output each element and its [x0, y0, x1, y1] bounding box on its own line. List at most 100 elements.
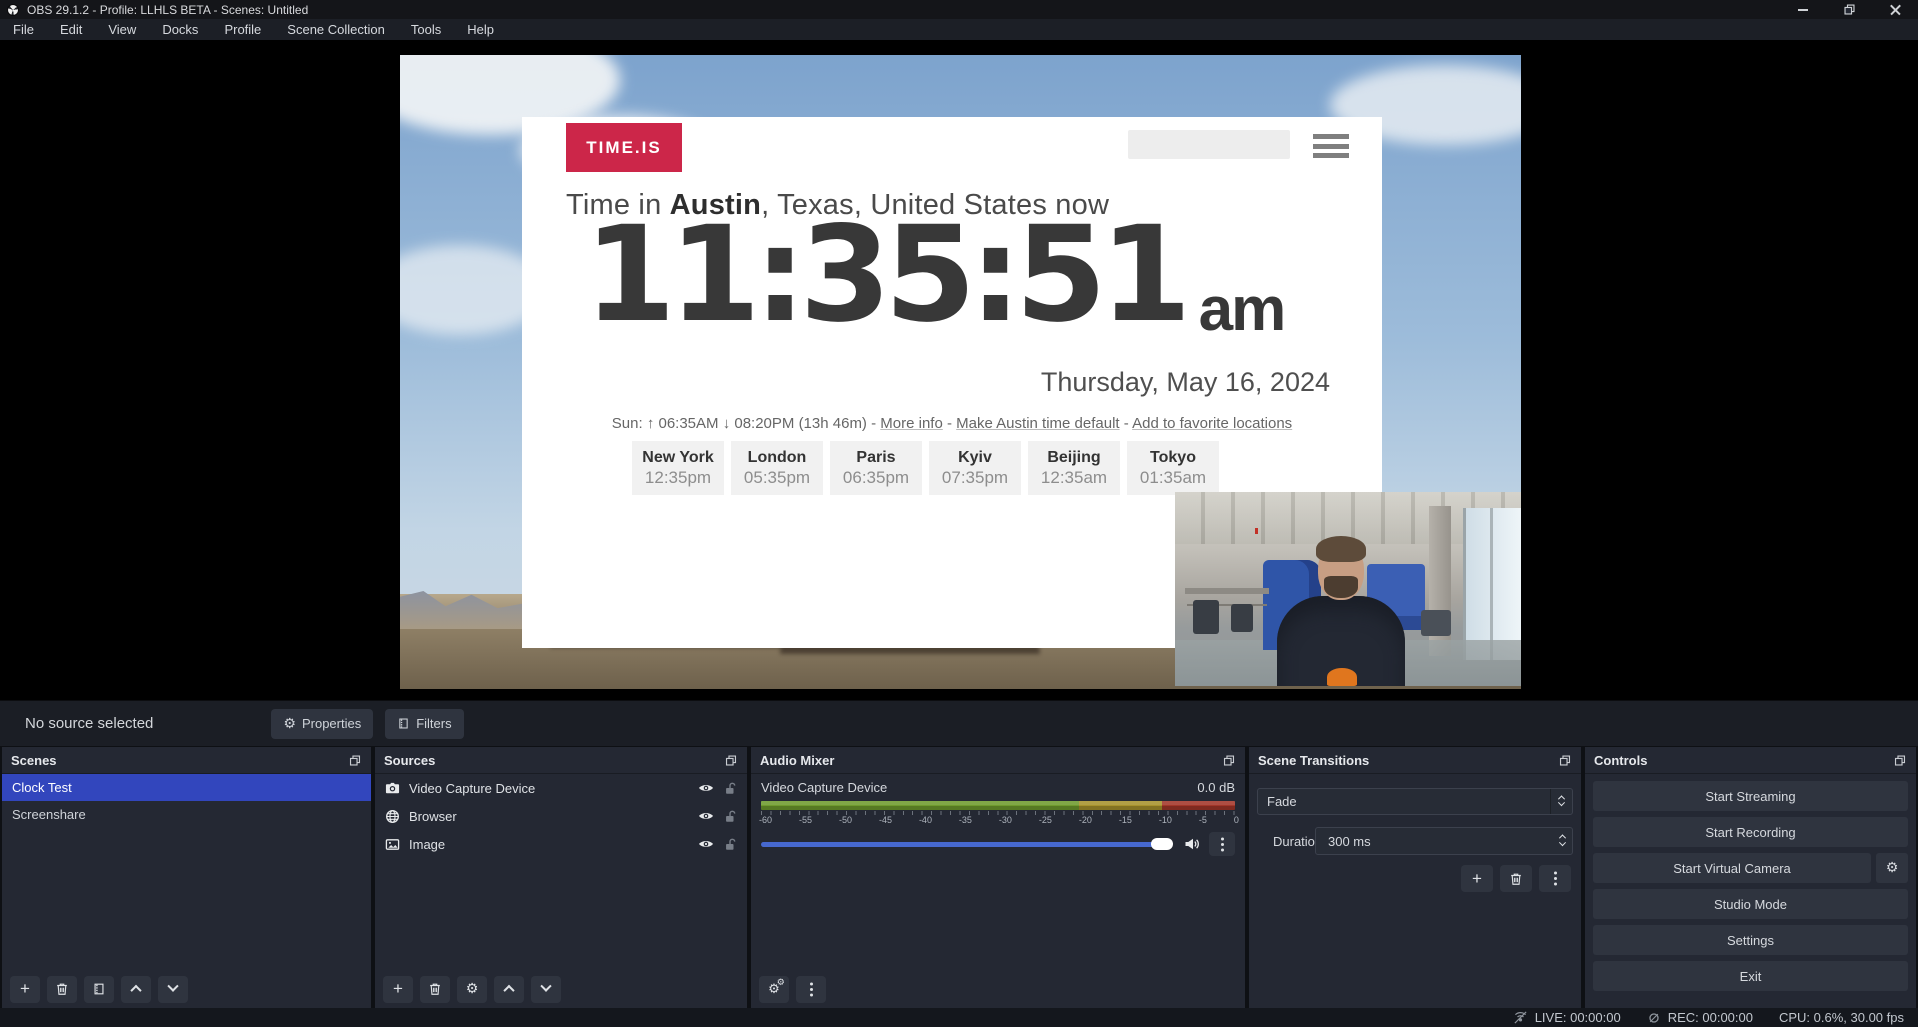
remove-scene-button[interactable]: [47, 976, 77, 1003]
dock-area: Scenes Clock Test Screenshare + Sources: [0, 747, 1918, 1008]
add-source-button[interactable]: +: [383, 976, 413, 1003]
rec-status: REC: 00:00:00: [1647, 1010, 1753, 1025]
source-down-button[interactable]: [531, 976, 561, 1003]
transition-select[interactable]: Fade: [1257, 788, 1573, 815]
volume-slider[interactable]: [761, 842, 1171, 847]
studio-mode-button[interactable]: Studio Mode: [1593, 889, 1908, 919]
restore-icon: [1843, 3, 1856, 16]
settings-button[interactable]: Settings: [1593, 925, 1908, 955]
menu-profile[interactable]: Profile: [211, 19, 274, 40]
webcam-person-beard: [1324, 576, 1358, 598]
exit-button[interactable]: Exit: [1593, 961, 1908, 991]
advanced-audio-button[interactable]: ⚙: [759, 976, 789, 1003]
record-inactive-icon: [1647, 1011, 1661, 1025]
meter-green-zone: [761, 801, 1079, 810]
start-recording-button[interactable]: Start Recording: [1593, 817, 1908, 847]
scene-down-button[interactable]: [158, 976, 188, 1003]
audio-mixer-panel: Audio Mixer Video Capture Device 0.0 dB …: [751, 747, 1245, 1008]
eye-visible-icon[interactable]: [698, 836, 714, 852]
menu-edit[interactable]: Edit: [47, 19, 95, 40]
sources-list: Video Capture Device Browser Image: [375, 774, 747, 970]
close-button[interactable]: [1872, 0, 1918, 19]
duration-spinbox[interactable]: 300 ms: [1315, 827, 1573, 855]
source-item-video-capture[interactable]: Video Capture Device: [375, 774, 747, 802]
minimize-icon: [1798, 9, 1808, 11]
menu-docks[interactable]: Docks: [149, 19, 211, 40]
scene-item-screenshare[interactable]: Screenshare: [2, 801, 371, 828]
program-canvas[interactable]: TIME.IS Time in Austin, Texas, United St…: [400, 55, 1521, 689]
remove-source-button[interactable]: [420, 976, 450, 1003]
eye-visible-icon[interactable]: [698, 780, 714, 796]
properties-button[interactable]: ⚙ Properties: [271, 709, 373, 739]
filters-button[interactable]: Filters: [385, 709, 463, 739]
audio-mixer-toolbar: ⚙: [751, 970, 1245, 1008]
webcam-chair: [1231, 604, 1253, 632]
scene-up-button[interactable]: [121, 976, 151, 1003]
transition-properties-button[interactable]: [1539, 865, 1571, 892]
remove-transition-button[interactable]: [1500, 865, 1532, 892]
hamburger-menu-icon: [1313, 134, 1349, 163]
chevron-down-icon: [167, 981, 178, 992]
filter-icon: [92, 982, 106, 996]
minimize-button[interactable]: [1780, 0, 1826, 19]
more-info-link: More info: [880, 415, 943, 432]
lock-open-icon[interactable]: [723, 809, 737, 823]
scenes-list: Clock Test Screenshare: [2, 774, 371, 970]
meter-red-zone: [1162, 801, 1235, 810]
lock-open-icon[interactable]: [723, 781, 737, 795]
audio-mixer-body: Video Capture Device 0.0 dB -60-55-50-45…: [751, 774, 1245, 970]
gear-icon: ⚙: [1886, 861, 1899, 875]
mixer-menu-button[interactable]: [796, 976, 826, 1003]
start-streaming-button[interactable]: Start Streaming: [1593, 781, 1908, 811]
scene-filters-button[interactable]: [84, 976, 114, 1003]
webcam-source[interactable]: [1175, 492, 1521, 686]
close-icon: [1890, 4, 1901, 15]
source-toolbar: No source selected ⚙ Properties Filters: [0, 700, 1918, 746]
scene-transitions-body: Fade Duration 300 ms +: [1249, 774, 1581, 1008]
popout-icon[interactable]: [724, 754, 738, 767]
scene-item-clock-test[interactable]: Clock Test: [2, 774, 371, 801]
kebab-menu-icon: [1554, 877, 1557, 880]
clock-meridiem: am: [1199, 279, 1285, 341]
scenes-header[interactable]: Scenes: [2, 747, 371, 774]
preview-area: TIME.IS Time in Austin, Texas, United St…: [0, 40, 1918, 700]
scene-transitions-header[interactable]: Scene Transitions: [1249, 747, 1581, 774]
spin-arrows[interactable]: [1552, 834, 1572, 848]
sources-panel: Sources Video Capture Device Browser: [375, 747, 747, 1008]
timeis-clock: 11:35:51 am: [584, 209, 1284, 341]
lock-open-icon[interactable]: [723, 837, 737, 851]
controls-header[interactable]: Controls: [1585, 747, 1916, 774]
scene-transitions-panel: Scene Transitions Fade Duration 300 ms +: [1249, 747, 1581, 1008]
sources-header[interactable]: Sources: [375, 747, 747, 774]
mixer-channel-menu-button[interactable]: [1209, 832, 1235, 856]
source-properties-button[interactable]: ⚙: [457, 976, 487, 1003]
mixer-level-db: 0.0 dB: [1197, 780, 1235, 795]
add-scene-button[interactable]: +: [10, 976, 40, 1003]
menu-tools[interactable]: Tools: [398, 19, 454, 40]
stream-inactive-icon: [1513, 1010, 1528, 1025]
menu-help[interactable]: Help: [454, 19, 507, 40]
volume-slider-handle[interactable]: [1151, 838, 1173, 850]
mixer-channel-name: Video Capture Device: [761, 780, 887, 795]
popout-icon[interactable]: [1222, 754, 1236, 767]
menu-scene-collection[interactable]: Scene Collection: [274, 19, 398, 40]
webcam-shirt-logo: [1327, 668, 1357, 686]
menu-file[interactable]: File: [0, 19, 47, 40]
source-up-button[interactable]: [494, 976, 524, 1003]
gear-icon: ⚙: [283, 717, 296, 731]
popout-icon[interactable]: [1893, 754, 1907, 767]
virtual-camera-settings-button[interactable]: ⚙: [1876, 853, 1908, 883]
image-icon: [385, 837, 400, 852]
source-item-image[interactable]: Image: [375, 830, 747, 858]
restore-button[interactable]: [1826, 0, 1872, 19]
eye-visible-icon[interactable]: [698, 808, 714, 824]
popout-icon[interactable]: [348, 754, 362, 767]
menu-view[interactable]: View: [95, 19, 149, 40]
speaker-icon[interactable]: [1184, 836, 1200, 852]
audio-mixer-header[interactable]: Audio Mixer: [751, 747, 1245, 774]
start-virtual-camera-button[interactable]: Start Virtual Camera: [1593, 853, 1871, 883]
popout-icon[interactable]: [1558, 754, 1572, 767]
timeis-logo: TIME.IS: [566, 123, 682, 172]
source-item-browser[interactable]: Browser: [375, 802, 747, 830]
add-transition-button[interactable]: +: [1461, 865, 1493, 892]
